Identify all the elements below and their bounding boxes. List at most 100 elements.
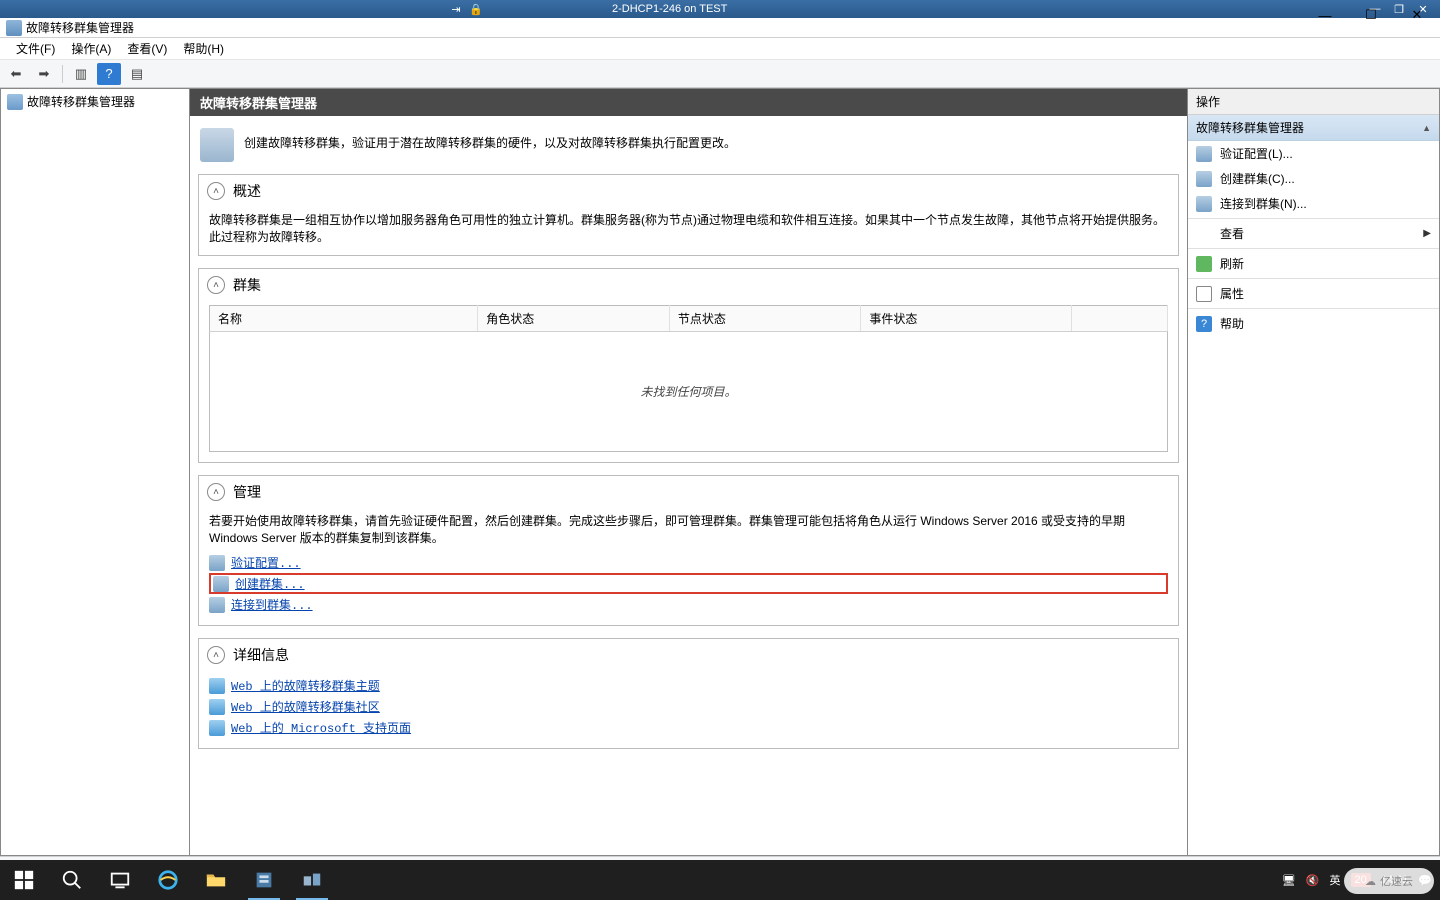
action-validate-label: 验证配置(L)...: [1220, 145, 1293, 162]
watermark: ☁ 亿速云: [1344, 868, 1434, 894]
toolbar: ⬅ ➡ ▥ ? ▤: [0, 60, 1440, 88]
actions-group-header[interactable]: 故障转移群集管理器 ▲: [1188, 115, 1439, 141]
manage-header[interactable]: ˄ 管理: [199, 476, 1178, 508]
action-help[interactable]: ? 帮助: [1188, 311, 1439, 336]
tray-ime[interactable]: 英: [1330, 872, 1341, 888]
watermark-label: 亿速云: [1380, 873, 1413, 889]
collapse-icon[interactable]: ˄: [207, 483, 225, 501]
action-refresh-label: 刷新: [1220, 255, 1244, 272]
show-hide-tree-button[interactable]: ▥: [69, 63, 93, 85]
vm-pin-controls[interactable]: ⇥ 🔒: [440, 3, 492, 16]
action-create-cluster[interactable]: 创建群集(C)...: [1188, 166, 1439, 191]
workspace: 故障转移群集管理器 故障转移群集管理器 创建故障转移群集，验证用于潜在故障转移群…: [0, 88, 1440, 856]
start-button[interactable]: [0, 860, 48, 900]
action-help-label: 帮助: [1220, 315, 1244, 332]
overview-header[interactable]: ˄ 概述: [199, 175, 1178, 207]
validate-icon: [1196, 146, 1212, 162]
col-role-status[interactable]: 角色状态: [478, 306, 670, 332]
cluster-manager-icon: [7, 94, 23, 110]
collapse-icon[interactable]: ˄: [207, 646, 225, 664]
menu-help[interactable]: 帮助(H): [175, 38, 232, 59]
refresh-icon: [1196, 256, 1212, 272]
col-node-status[interactable]: 节点状态: [669, 306, 861, 332]
menu-bar: 文件(F) 操作(A) 查看(V) 帮助(H): [0, 38, 1440, 60]
tree-root-node[interactable]: 故障转移群集管理器: [7, 93, 183, 110]
no-items-label: 未找到任何项目。: [210, 332, 1168, 452]
submenu-arrow-icon: ▶: [1423, 228, 1431, 239]
create-cluster-link-row: 创建群集...: [209, 573, 1168, 594]
toolbar-separator: [62, 65, 63, 83]
menu-action[interactable]: 操作(A): [63, 38, 119, 59]
web-topics-link[interactable]: Web 上的故障转移群集主题: [231, 677, 380, 694]
details-section: ˄ 详细信息 Web 上的故障转移群集主题 Web 上的故障转移群集社区 Web…: [198, 638, 1179, 749]
clusters-section: ˄ 群集 名称 角色状态 节点状态 事件状态: [198, 268, 1179, 463]
action-connect-cluster[interactable]: 连接到群集(N)...: [1188, 191, 1439, 216]
tray-monitor-icon[interactable]: 🖥: [1282, 874, 1296, 887]
folder-icon: [205, 869, 227, 891]
connect-cluster-link[interactable]: 连接到群集...: [231, 596, 313, 613]
action-validate-config[interactable]: 验证配置(L)...: [1188, 141, 1439, 166]
task-view-icon: [109, 869, 131, 891]
vm-pin-icon[interactable]: ⇥: [448, 3, 464, 16]
action-refresh[interactable]: 刷新: [1188, 251, 1439, 276]
app-icon: [6, 20, 22, 36]
taskbar: 🖥 🔇 英 20 14:01 💬: [0, 860, 1440, 900]
app-title: 故障转移群集管理器: [26, 19, 134, 36]
col-name[interactable]: 名称: [210, 306, 478, 332]
taskbar-server-manager[interactable]: [240, 860, 288, 900]
help-button[interactable]: ?: [97, 63, 121, 85]
collapse-triangle-icon: ▲: [1422, 123, 1431, 133]
web-community-link[interactable]: Web 上的故障转移群集社区: [231, 698, 380, 715]
collapse-icon[interactable]: ˄: [207, 182, 225, 200]
taskbar-ie[interactable]: [144, 860, 192, 900]
close-button[interactable]: ✕: [1394, 0, 1440, 30]
create-cluster-link[interactable]: 创建群集...: [235, 575, 305, 592]
nav-back-button[interactable]: ⬅: [4, 63, 28, 85]
action-view-submenu[interactable]: 查看 ▶: [1188, 221, 1439, 246]
overview-title: 概述: [233, 181, 261, 201]
nav-forward-button[interactable]: ➡: [32, 63, 56, 85]
actions-separator: [1188, 278, 1439, 279]
collapse-icon[interactable]: ˄: [207, 276, 225, 294]
menu-view[interactable]: 查看(V): [119, 38, 175, 59]
details-title: 详细信息: [233, 645, 289, 665]
clusters-header[interactable]: ˄ 群集: [199, 269, 1178, 301]
details-header[interactable]: ˄ 详细信息: [199, 639, 1178, 671]
task-view-button[interactable]: [96, 860, 144, 900]
view-icon: [1196, 226, 1212, 242]
overview-section: ˄ 概述 故障转移群集是一组相互协作以增加服务器角色可用性的独立计算机。群集服务…: [198, 174, 1179, 256]
col-event-status[interactable]: 事件状态: [861, 306, 1072, 332]
web-community-link-row: Web 上的故障转移群集社区: [209, 696, 1168, 717]
web-link-icon: [209, 678, 225, 694]
vm-title: 2-DHCP1-246 on TEST: [492, 3, 1358, 15]
intro-text: 创建故障转移群集，验证用于潜在故障转移群集的硬件，以及对故障转移群集执行配置更改…: [244, 128, 736, 151]
search-button[interactable]: [48, 860, 96, 900]
clusters-title: 群集: [233, 275, 261, 295]
actions-panel: 操作 故障转移群集管理器 ▲ 验证配置(L)... 创建群集(C)... 连接到…: [1188, 89, 1440, 856]
web-topics-link-row: Web 上的故障转移群集主题: [209, 675, 1168, 696]
show-hide-actions-button[interactable]: ▤: [125, 63, 149, 85]
manage-description: 若要开始使用故障转移群集，请首先验证硬件配置，然后创建群集。完成这些步骤后，即可…: [209, 512, 1168, 546]
web-support-link[interactable]: Web 上的 Microsoft 支持页面: [231, 719, 411, 736]
details-body: Web 上的故障转移群集主题 Web 上的故障转移群集社区 Web 上的 Mic…: [199, 671, 1178, 748]
web-link-icon: [209, 699, 225, 715]
actions-separator: [1188, 248, 1439, 249]
vm-lock-icon[interactable]: 🔒: [468, 3, 484, 16]
maximize-button[interactable]: ☐: [1348, 0, 1394, 30]
watermark-cloud-icon: ☁: [1365, 875, 1376, 888]
tray-volume-icon[interactable]: 🔇: [1306, 874, 1320, 887]
menu-file[interactable]: 文件(F): [8, 38, 63, 59]
taskbar-cluster-manager[interactable]: [288, 860, 336, 900]
create-icon: [1196, 171, 1212, 187]
minimize-button[interactable]: —: [1302, 0, 1348, 30]
tree-panel: 故障转移群集管理器: [0, 89, 190, 856]
action-properties[interactable]: 属性: [1188, 281, 1439, 306]
content-panel: 故障转移群集管理器 创建故障转移群集，验证用于潜在故障转移群集的硬件，以及对故障…: [190, 89, 1188, 856]
action-properties-label: 属性: [1220, 285, 1244, 302]
vm-title-bar: ⇥ 🔒 2-DHCP1-246 on TEST — ❐ ✕: [0, 0, 1440, 18]
windows-logo-icon: [13, 869, 35, 891]
window-controls: — ☐ ✕: [1302, 0, 1440, 30]
taskbar-explorer[interactable]: [192, 860, 240, 900]
app-header: 故障转移群集管理器 — ☐ ✕: [0, 18, 1440, 38]
validate-config-link[interactable]: 验证配置...: [231, 554, 301, 571]
